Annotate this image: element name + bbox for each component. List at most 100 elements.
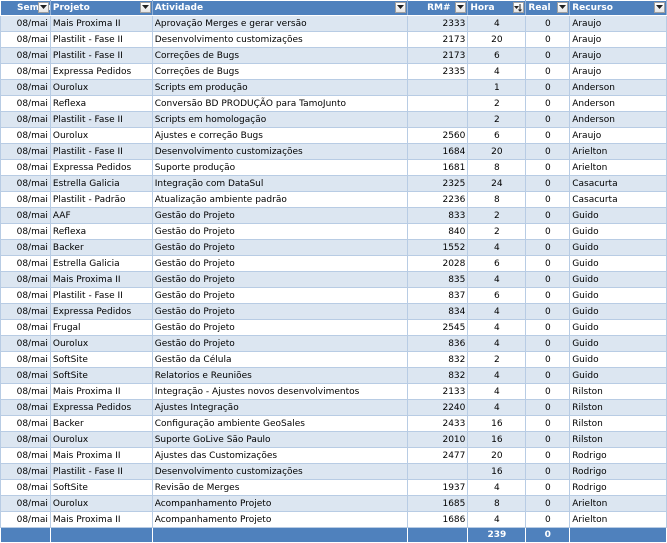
- cell-projeto[interactable]: Expressa Pedidos: [49, 303, 153, 320]
- cell-semana[interactable]: 08/mai: [0, 463, 51, 480]
- cell-projeto[interactable]: Ourolux: [49, 431, 153, 448]
- cell-rm[interactable]: 833: [407, 207, 469, 224]
- cell-recurso[interactable]: Rilston: [569, 415, 667, 432]
- cell-rm[interactable]: 2240: [407, 399, 469, 416]
- cell-projeto[interactable]: Expressa Pedidos: [49, 159, 153, 176]
- cell-hora[interactable]: 4: [467, 479, 527, 496]
- cell-recurso[interactable]: Rilston: [569, 383, 667, 400]
- filter-dropdown-icon[interactable]: [139, 2, 151, 13]
- cell-recurso[interactable]: Rodrigo: [569, 463, 667, 480]
- cell-projeto[interactable]: SoftSite: [49, 367, 153, 384]
- cell-recurso[interactable]: Arielton: [569, 495, 667, 512]
- cell-atividade[interactable]: Ajustes e correção Bugs: [151, 127, 409, 144]
- cell-semana[interactable]: 08/mai: [0, 95, 51, 112]
- total-hora[interactable]: 239: [467, 527, 527, 543]
- cell-hora[interactable]: 4: [467, 319, 527, 336]
- cell-rm[interactable]: 2545: [407, 319, 469, 336]
- cell-atividade[interactable]: Relatorios e Reuniões: [151, 367, 409, 384]
- cell-recurso[interactable]: Guido: [569, 255, 667, 272]
- cell-semana[interactable]: 08/mai: [0, 431, 51, 448]
- cell-real[interactable]: 0: [525, 255, 571, 272]
- cell-hora[interactable]: 2: [467, 111, 527, 128]
- cell-projeto[interactable]: Ourolux: [49, 127, 153, 144]
- cell-recurso[interactable]: Guido: [569, 287, 667, 304]
- cell-projeto[interactable]: Ourolux: [49, 495, 153, 512]
- cell-real[interactable]: 0: [525, 63, 571, 80]
- cell-recurso[interactable]: Rilston: [569, 431, 667, 448]
- cell-projeto[interactable]: Plastilit - Fase II: [49, 463, 153, 480]
- cell-recurso[interactable]: Guido: [569, 223, 667, 240]
- cell-semana[interactable]: 08/mai: [0, 511, 51, 528]
- cell-hora[interactable]: 4: [467, 511, 527, 528]
- cell-hora[interactable]: 16: [467, 431, 527, 448]
- cell-recurso[interactable]: Guido: [569, 207, 667, 224]
- cell-hora[interactable]: 20: [467, 447, 527, 464]
- cell-real[interactable]: 0: [525, 351, 571, 368]
- cell-semana[interactable]: 08/mai: [0, 335, 51, 352]
- cell-real[interactable]: 0: [525, 159, 571, 176]
- cell-hora[interactable]: 24: [467, 175, 527, 192]
- cell-recurso[interactable]: Guido: [569, 239, 667, 256]
- cell-semana[interactable]: 08/mai: [0, 31, 51, 48]
- cell-recurso[interactable]: Anderson: [569, 111, 667, 128]
- cell-rm[interactable]: [407, 95, 469, 112]
- cell-hora[interactable]: 6: [467, 255, 527, 272]
- total-empty-cell[interactable]: [151, 527, 409, 543]
- cell-semana[interactable]: 08/mai: [0, 143, 51, 160]
- cell-semana[interactable]: 08/mai: [0, 223, 51, 240]
- cell-real[interactable]: 0: [525, 79, 571, 96]
- cell-projeto[interactable]: Frugal: [49, 319, 153, 336]
- cell-rm[interactable]: 834: [407, 303, 469, 320]
- cell-atividade[interactable]: Suporte GoLive São Paulo: [151, 431, 409, 448]
- cell-real[interactable]: 0: [525, 383, 571, 400]
- cell-projeto[interactable]: AAF: [49, 207, 153, 224]
- cell-rm[interactable]: 840: [407, 223, 469, 240]
- cell-rm[interactable]: 2335: [407, 63, 469, 80]
- cell-projeto[interactable]: Estrella Galicia: [49, 255, 153, 272]
- cell-rm[interactable]: 1937: [407, 479, 469, 496]
- cell-projeto[interactable]: Backer: [49, 239, 153, 256]
- cell-rm[interactable]: 2433: [407, 415, 469, 432]
- cell-hora[interactable]: 8: [467, 191, 527, 208]
- cell-hora[interactable]: 2: [467, 95, 527, 112]
- cell-real[interactable]: 0: [525, 511, 571, 528]
- header-atividade[interactable]: Atividade: [151, 0, 409, 16]
- cell-semana[interactable]: 08/mai: [0, 303, 51, 320]
- cell-hora[interactable]: 4: [467, 335, 527, 352]
- cell-semana[interactable]: 08/mai: [0, 383, 51, 400]
- cell-real[interactable]: 0: [525, 15, 571, 32]
- cell-real[interactable]: 0: [525, 47, 571, 64]
- cell-atividade[interactable]: Gestão do Projeto: [151, 239, 409, 256]
- cell-hora[interactable]: 1: [467, 79, 527, 96]
- cell-atividade[interactable]: Revisão de Merges: [151, 479, 409, 496]
- cell-atividade[interactable]: Aprovação Merges e gerar versão: [151, 15, 409, 32]
- cell-real[interactable]: 0: [525, 303, 571, 320]
- sort-descending-icon[interactable]: [513, 2, 525, 13]
- cell-recurso[interactable]: Araujo: [569, 63, 667, 80]
- cell-rm[interactable]: [407, 79, 469, 96]
- cell-rm[interactable]: 2477: [407, 447, 469, 464]
- cell-semana[interactable]: 08/mai: [0, 399, 51, 416]
- cell-real[interactable]: 0: [525, 399, 571, 416]
- cell-projeto[interactable]: Ourolux: [49, 79, 153, 96]
- total-empty-cell[interactable]: [49, 527, 153, 543]
- cell-semana[interactable]: 08/mai: [0, 479, 51, 496]
- cell-atividade[interactable]: Desenvolvimento customizações: [151, 143, 409, 160]
- cell-atividade[interactable]: Suporte produção: [151, 159, 409, 176]
- cell-real[interactable]: 0: [525, 415, 571, 432]
- cell-rm[interactable]: 1681: [407, 159, 469, 176]
- cell-recurso[interactable]: Arielton: [569, 159, 667, 176]
- cell-rm[interactable]: 1686: [407, 511, 469, 528]
- cell-real[interactable]: 0: [525, 447, 571, 464]
- cell-hora[interactable]: 4: [467, 239, 527, 256]
- header-projeto[interactable]: Projeto: [49, 0, 153, 16]
- cell-recurso[interactable]: Araujo: [569, 15, 667, 32]
- cell-semana[interactable]: 08/mai: [0, 15, 51, 32]
- cell-semana[interactable]: 08/mai: [0, 447, 51, 464]
- cell-semana[interactable]: 08/mai: [0, 207, 51, 224]
- cell-atividade[interactable]: Acompanhamento Projeto: [151, 511, 409, 528]
- cell-atividade[interactable]: Scripts em homologação: [151, 111, 409, 128]
- cell-recurso[interactable]: Rilston: [569, 399, 667, 416]
- cell-projeto[interactable]: Plastilit - Fase II: [49, 31, 153, 48]
- cell-semana[interactable]: 08/mai: [0, 159, 51, 176]
